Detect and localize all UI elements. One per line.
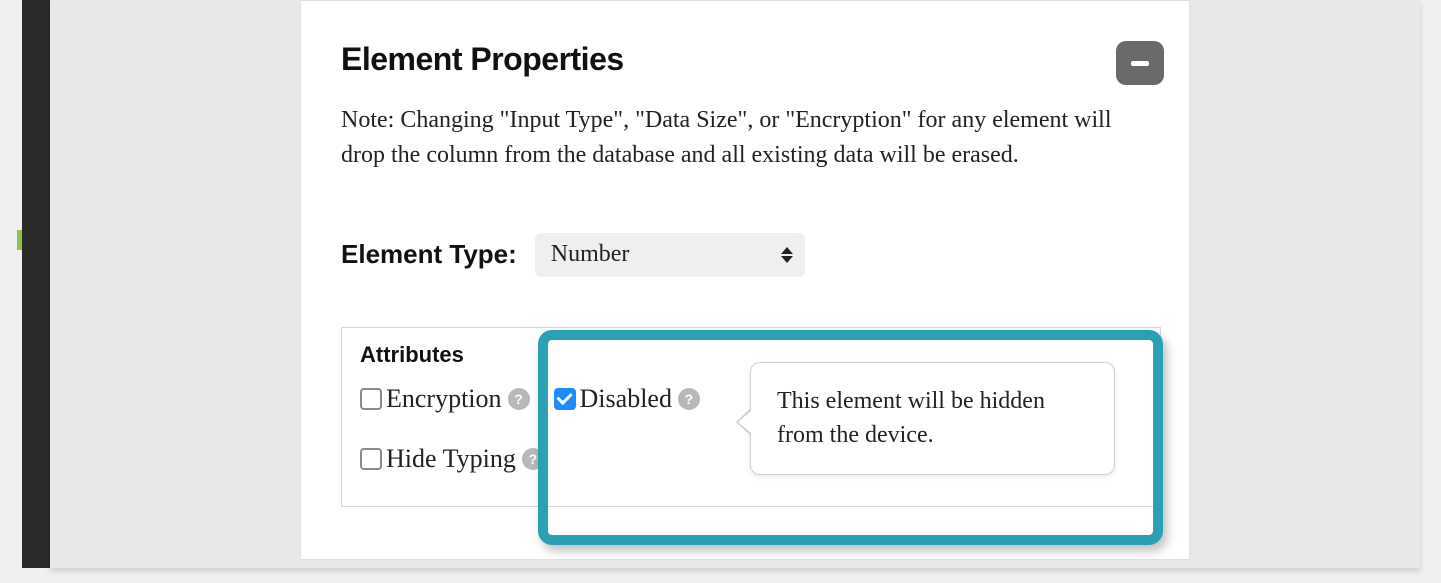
disabled-tooltip: This element will be hidden from the dev… (750, 362, 1115, 475)
encryption-checkbox[interactable] (360, 388, 382, 410)
minus-icon (1131, 61, 1149, 66)
sidebar-edge (22, 0, 50, 568)
help-icon[interactable]: ? (678, 388, 700, 410)
help-icon[interactable]: ? (508, 388, 530, 410)
attribute-hide-typing: Hide Typing ? (360, 444, 544, 474)
help-icon[interactable]: ? (522, 448, 544, 470)
collapse-button[interactable] (1116, 41, 1164, 85)
element-type-value: Number (551, 241, 630, 268)
encryption-label: Encryption (386, 384, 502, 414)
hide-typing-label: Hide Typing (386, 444, 516, 474)
attribute-encryption: Encryption ? (360, 384, 530, 414)
panel-title: Element Properties (341, 41, 624, 78)
select-arrows-icon (781, 247, 793, 263)
hide-typing-checkbox[interactable] (360, 448, 382, 470)
element-type-row: Element Type: Number (341, 233, 1164, 277)
tooltip-pointer-icon (736, 408, 751, 436)
element-type-select[interactable]: Number (535, 233, 805, 277)
panel-note: Note: Changing "Input Type", "Data Size"… (341, 103, 1141, 173)
element-properties-panel: Element Properties Note: Changing "Input… (300, 0, 1190, 560)
disabled-checkbox[interactable] (554, 388, 576, 410)
tooltip-text: This element will be hidden from the dev… (777, 388, 1045, 448)
attribute-disabled: Disabled ? (554, 384, 700, 414)
disabled-label: Disabled (580, 384, 672, 414)
element-type-label: Element Type: (341, 239, 517, 270)
